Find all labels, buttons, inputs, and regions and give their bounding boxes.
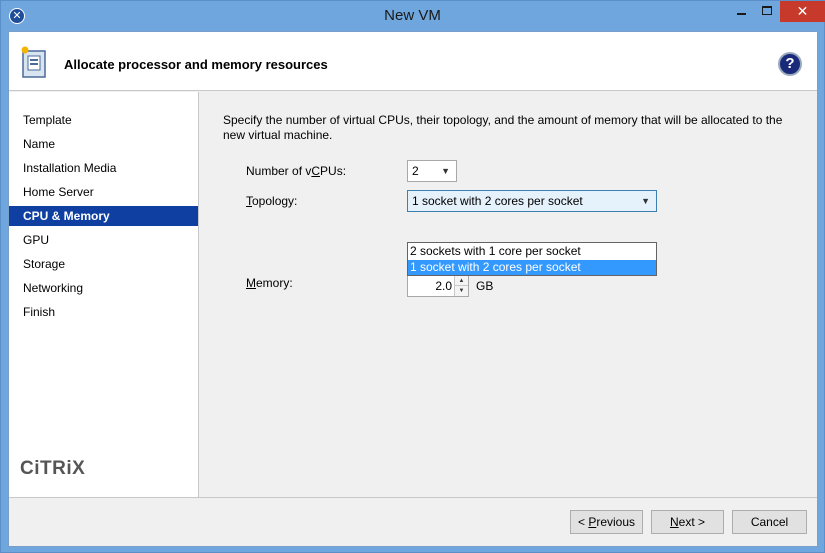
title-bar[interactable]: ✕ New VM ✕ (1, 1, 825, 31)
vcpus-label-mnemonic: C (311, 164, 321, 178)
new-vm-window: ✕ New VM ✕ Allocate processor and memory… (0, 0, 825, 553)
minimize-icon (737, 13, 746, 15)
step-networking[interactable]: Networking (9, 278, 198, 298)
chevron-down-icon: ▼ (441, 166, 450, 176)
footer-divider (9, 497, 817, 498)
memory-unit: GB (476, 279, 494, 293)
step-finish[interactable]: Finish (9, 302, 198, 322)
vcpus-label-post: PUs: (320, 164, 347, 178)
next-button[interactable]: Next > (651, 510, 724, 534)
topology-label: Topology: (246, 194, 297, 208)
maximize-icon (762, 6, 772, 15)
topology-option[interactable]: 2 sockets with 1 core per socket (408, 244, 656, 259)
close-button[interactable]: ✕ (780, 1, 825, 22)
step-cpu-memory[interactable]: CPU & Memory (9, 206, 198, 226)
help-icon[interactable]: ? (778, 52, 802, 76)
next-post: ext > (678, 515, 706, 529)
window-title: New VM (384, 7, 441, 24)
topology-option-highlighted[interactable]: 1 socket with 2 cores per socket (408, 260, 656, 275)
vcpus-value: 2 (412, 164, 419, 178)
step-installation-media[interactable]: Installation Media (9, 158, 198, 178)
maximize-button[interactable] (754, 1, 780, 22)
step-template[interactable]: Template (9, 110, 198, 130)
vm-wizard-icon (21, 46, 46, 78)
topology-value: 1 socket with 2 cores per socket (412, 194, 583, 208)
spin-up-icon[interactable]: ▲ (455, 276, 468, 286)
topology-label-post: opology: (252, 194, 298, 208)
page-title: Allocate processor and memory resources (64, 57, 328, 72)
memory-value: 2.0 (435, 279, 452, 293)
topology-combo[interactable]: 1 socket with 2 cores per socket ▼ (407, 190, 657, 212)
cpu-memory-panel: Specify the number of virtual CPUs, thei… (200, 92, 817, 497)
close-icon: ✕ (796, 3, 809, 19)
cancel-button[interactable]: Cancel (732, 510, 807, 534)
memory-spinner[interactable]: 2.0 ▲ ▼ (407, 275, 469, 297)
wizard-steps-sidebar: Template Name Installation Media Home Se… (9, 92, 199, 497)
step-name[interactable]: Name (9, 134, 198, 154)
vcpus-label-pre: Number of v (246, 164, 312, 178)
memory-label: Memory: (246, 276, 293, 290)
memory-label-post: emory: (256, 276, 293, 290)
previous-post: revious (596, 515, 636, 529)
topology-dropdown-list: 2 sockets with 1 core per socket 1 socke… (407, 242, 657, 276)
vcpus-combo[interactable]: 2 ▼ (407, 160, 457, 182)
next-mnemonic: N (669, 515, 679, 529)
spin-down-icon[interactable]: ▼ (455, 286, 468, 296)
citrix-logo: CiTRiX (20, 458, 86, 479)
step-storage[interactable]: Storage (9, 254, 198, 274)
wizard-header: Allocate processor and memory resources … (9, 32, 817, 91)
memory-label-mnemonic: M (246, 276, 256, 290)
wizard-client-area: Allocate processor and memory resources … (8, 31, 818, 547)
step-gpu[interactable]: GPU (9, 230, 198, 250)
chevron-down-icon: ▼ (641, 196, 650, 206)
step-home-server[interactable]: Home Server (9, 182, 198, 202)
previous-pre: < (577, 515, 589, 529)
intro-text: Specify the number of virtual CPUs, thei… (223, 113, 783, 142)
vcpus-label: Number of vCPUs: (246, 164, 346, 178)
previous-button[interactable]: < Previous (570, 510, 643, 534)
minimize-button[interactable] (728, 1, 754, 22)
memory-spin-buttons: ▲ ▼ (454, 276, 468, 296)
